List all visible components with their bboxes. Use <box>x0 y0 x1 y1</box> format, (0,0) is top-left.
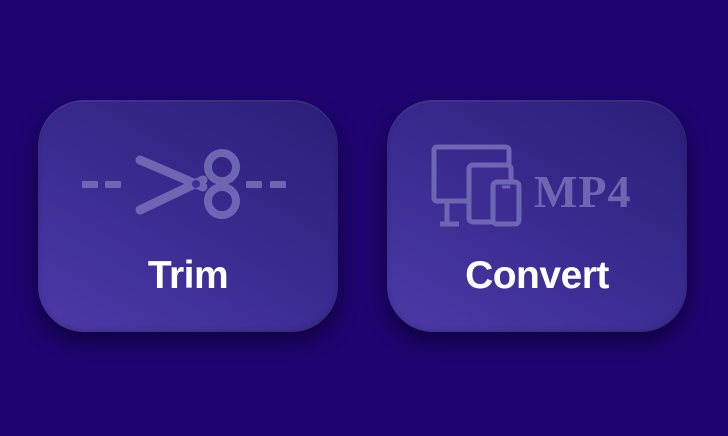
convert-button[interactable]: MP4 Convert <box>387 100 687 332</box>
tool-selection-screen: Trim MP4 Convert <box>0 0 728 436</box>
trim-button[interactable]: Trim <box>38 100 338 332</box>
scissors-icon <box>38 100 338 240</box>
trim-label: Trim <box>147 254 229 297</box>
mp4-text: MP4 <box>534 166 632 217</box>
devices-icon: MP4 <box>387 100 687 240</box>
convert-label: Convert <box>465 254 609 297</box>
